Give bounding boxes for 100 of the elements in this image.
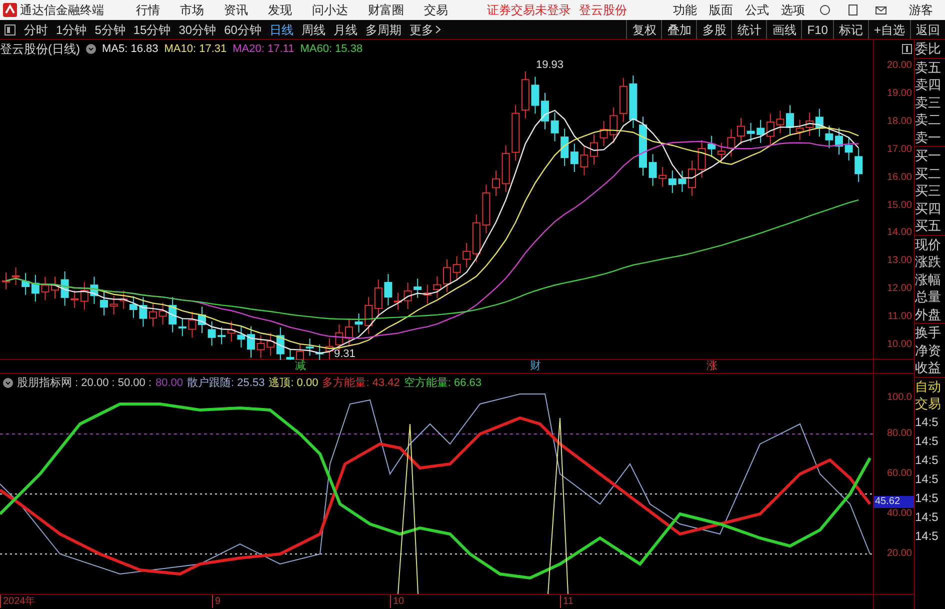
period-tab[interactable]: 多周期 xyxy=(361,20,406,38)
quote-label: 涨幅 xyxy=(915,270,942,288)
candlestick xyxy=(776,110,784,134)
quote-label: 净资 xyxy=(915,342,942,359)
indicator-value: 逃顶: 0.00 xyxy=(268,376,318,391)
time-label: 14:5 xyxy=(915,452,940,468)
toolbar-button[interactable]: 统计 xyxy=(731,20,766,39)
indicator-value: 股朋指标网 : 20.00 : 50.00 : xyxy=(17,376,152,391)
app-title: 通达信金融终端 xyxy=(20,2,104,19)
candlestick xyxy=(316,344,324,360)
event-marker[interactable]: 涨 xyxy=(706,358,718,374)
candlestick xyxy=(188,311,196,338)
event-marker[interactable]: 财 xyxy=(530,358,542,374)
period-tab[interactable]: 周线 xyxy=(297,20,330,38)
user-label[interactable]: 游客 xyxy=(909,1,933,19)
period-tab[interactable]: 60分钟 xyxy=(220,20,266,38)
indicator-value: 多方能量: 43.42 xyxy=(322,376,400,391)
candlestick xyxy=(629,75,638,128)
menu-item[interactable]: 市场 xyxy=(170,1,214,19)
cursor-value: 45.62 xyxy=(874,496,914,508)
candlestick xyxy=(90,276,98,304)
period-tab[interactable]: 15分钟 xyxy=(129,20,175,38)
menu-item[interactable]: 资讯 xyxy=(214,1,258,19)
candlestick xyxy=(492,170,500,197)
candlestick xyxy=(737,117,745,145)
candlestick xyxy=(306,338,314,356)
menu-item[interactable]: 选项 xyxy=(775,1,811,19)
candlestick xyxy=(218,326,226,345)
date-label: 10 xyxy=(390,595,404,608)
menu-item[interactable]: 公式 xyxy=(739,1,775,19)
indicator-value: 散户跟随: 25.53 xyxy=(187,376,265,391)
candlestick xyxy=(727,128,736,158)
panel-toggle-icon[interactable] xyxy=(902,44,912,54)
candlestick xyxy=(404,282,412,310)
toolbar-button[interactable]: 叠加 xyxy=(661,20,696,39)
toolbar-button[interactable]: 返回 xyxy=(910,20,945,39)
period-tab[interactable]: 月线 xyxy=(329,20,362,38)
price-tick: 15.00 xyxy=(886,200,912,212)
toolbar-button[interactable]: 标记 xyxy=(832,20,868,39)
high-price-label: 19.93 xyxy=(536,58,564,73)
period-tab[interactable]: 1分钟 xyxy=(52,20,91,38)
candlestick xyxy=(384,274,392,306)
candlestick xyxy=(414,278,422,298)
candlestick xyxy=(325,338,334,360)
candlestick xyxy=(100,292,108,316)
candlestick xyxy=(590,134,598,166)
auto-trade-label[interactable]: 交易 xyxy=(915,395,945,412)
price-tick: 14.00 xyxy=(886,227,912,240)
toolbar-button[interactable]: +自选 xyxy=(868,20,910,39)
event-marker[interactable]: 减 xyxy=(295,358,306,374)
more-button[interactable]: 更多 xyxy=(405,20,446,38)
period-tab[interactable]: 日线 xyxy=(265,20,298,38)
candlestick xyxy=(560,128,569,166)
candlestick xyxy=(443,258,451,293)
quote-label: 卖五 xyxy=(915,58,945,76)
time-label: 14:5 xyxy=(915,528,940,544)
candlestick xyxy=(806,112,814,136)
dropdown-icon[interactable] xyxy=(86,44,96,54)
date-label: 11 xyxy=(560,595,574,608)
candlestick xyxy=(41,276,50,301)
window-icon[interactable] xyxy=(847,4,859,16)
candlestick xyxy=(31,274,40,302)
login-notice[interactable]: 证券交易未登录 xyxy=(487,1,571,19)
candlestick xyxy=(796,119,804,141)
menu-item[interactable]: 问小达 xyxy=(302,1,358,19)
menu-item[interactable]: 发现 xyxy=(258,1,302,19)
auto-trade-label[interactable]: 自动 xyxy=(915,376,945,395)
candlestick xyxy=(698,140,706,178)
period-tab[interactable]: 30分钟 xyxy=(174,20,220,38)
chart-title: 登云股份(日线) xyxy=(0,41,80,58)
panel-toggle-icon[interactable] xyxy=(4,24,16,36)
menu-item[interactable]: 行情 xyxy=(126,1,170,19)
toolbar-button[interactable]: 复权 xyxy=(626,20,662,39)
menu-item[interactable]: 交易 xyxy=(414,1,458,19)
dropdown-icon[interactable] xyxy=(3,378,13,388)
price-tick: 10.00 xyxy=(886,339,912,351)
candlestick xyxy=(256,334,265,359)
candlestick xyxy=(600,120,608,147)
toolbar-button[interactable]: F10 xyxy=(801,20,833,39)
menu-item[interactable]: 版面 xyxy=(703,1,739,19)
logo-icon xyxy=(3,3,17,17)
candlestick xyxy=(394,292,402,310)
quote-label: 卖四 xyxy=(915,76,942,94)
indicator-value: 80.00 xyxy=(156,376,184,391)
mail-icon[interactable] xyxy=(875,4,887,16)
time-label: 14:5 xyxy=(915,490,940,506)
candlestick xyxy=(815,108,824,138)
period-tab[interactable]: 5分钟 xyxy=(90,20,130,38)
candlestick xyxy=(854,148,863,183)
quote-label: 委比 xyxy=(915,40,942,58)
toolbar-button[interactable]: 多股 xyxy=(696,20,732,39)
period-tab[interactable]: 分时 xyxy=(20,20,52,38)
chevron-icon xyxy=(435,25,442,34)
quote-label: 外盘 xyxy=(915,306,942,323)
candlestick xyxy=(717,142,726,164)
menu-item[interactable]: 功能 xyxy=(667,1,703,19)
candlestick xyxy=(746,122,755,142)
menu-item[interactable]: 财富圈 xyxy=(358,1,414,19)
toolbar-button[interactable]: 画线 xyxy=(766,20,802,39)
price-tick: 19.00 xyxy=(886,88,912,100)
